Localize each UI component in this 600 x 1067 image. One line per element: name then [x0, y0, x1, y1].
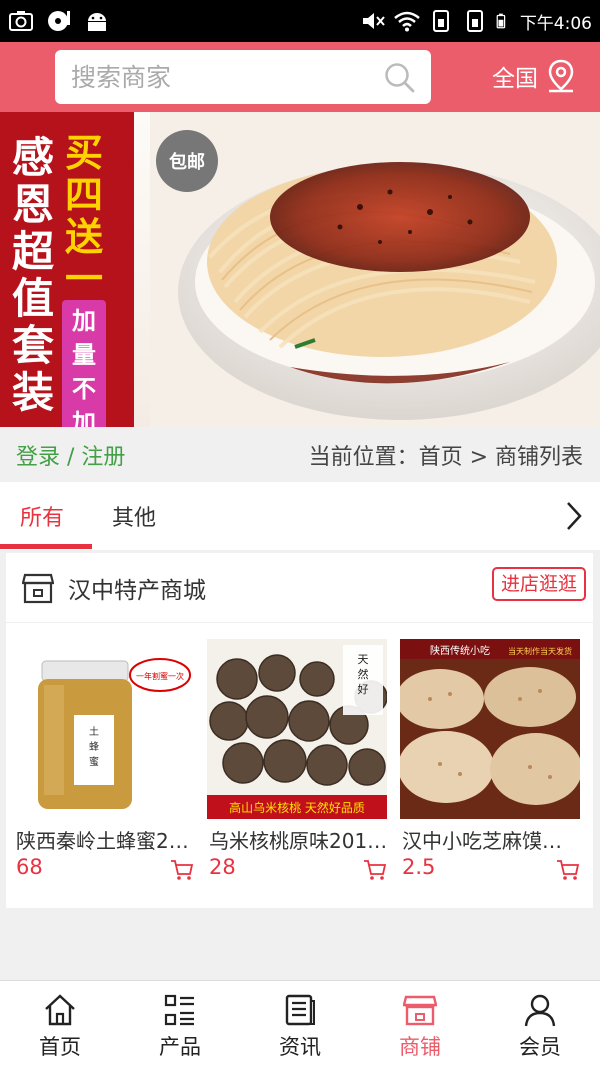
news-icon	[285, 994, 315, 1026]
banner-red-panel: 感恩超值套装 买四送一 加量不加价	[0, 112, 134, 427]
svg-text:陕西传统小吃: 陕西传统小吃	[430, 644, 490, 657]
region-label: 全国	[492, 66, 538, 92]
product-image-walnut: 天 然 好 高山乌米核桃 天然好品质	[207, 639, 387, 819]
nav-member[interactable]: 会员	[480, 981, 600, 1067]
product-name: 乌米核桃原味201…	[209, 829, 387, 853]
product-card[interactable]: 土 蜂 蜜 一年割蜜一次 陕西秦岭土蜂蜜2… 68	[14, 639, 194, 899]
product-name: 陕西秦岭土蜂蜜2…	[16, 829, 189, 853]
banner-promo-text: 买四送一	[64, 131, 103, 301]
product-name: 汉中小吃芝麻馍…	[402, 829, 562, 853]
status-bar: 下午4:06	[0, 0, 600, 42]
active-tab-indicator	[0, 544, 92, 549]
svg-text:天: 天	[358, 653, 369, 666]
store-name[interactable]: 汉中特产商城	[68, 571, 206, 605]
nav-stores-label: 商铺	[399, 1035, 441, 1059]
nav-member-label: 会员	[519, 1035, 561, 1059]
svg-text:蜂: 蜂	[89, 740, 99, 753]
shop-icon	[22, 573, 54, 604]
product-price: 68	[16, 855, 43, 879]
nav-news-label: 资讯	[279, 1035, 321, 1059]
visit-store-button[interactable]: 进店逛逛	[492, 567, 586, 601]
sim2-icon	[466, 10, 483, 32]
tab-other[interactable]: 其他	[112, 500, 156, 532]
svg-text:土: 土	[89, 725, 99, 738]
svg-text:然: 然	[358, 667, 369, 681]
product-price: 28	[209, 855, 236, 879]
android-icon	[88, 13, 106, 31]
breadcrumb: 当前位置：首页 > 商铺列表	[308, 445, 583, 470]
product-image-sesame-bread: 陕西传统小吃 当天制作当天发货	[400, 639, 580, 819]
svg-text:好: 好	[358, 682, 369, 696]
store-card: 汉中特产商城 进店逛逛 土 蜂 蜜 一年割蜜一次 陕西秦岭土蜂蜜2… 68 天 …	[6, 553, 593, 908]
nav-news[interactable]: 资讯	[240, 981, 360, 1067]
tab-all[interactable]: 所有	[20, 500, 64, 532]
battery-icon	[496, 13, 506, 29]
search-input[interactable]	[71, 50, 361, 104]
store-header: 汉中特产商城 进店逛逛	[6, 553, 593, 623]
status-bar-left	[8, 6, 110, 36]
camera-icon	[9, 11, 33, 31]
sim1-icon	[432, 10, 449, 32]
product-image-honey: 土 蜂 蜜 一年割蜜一次	[14, 639, 194, 819]
chevron-right-icon[interactable]	[562, 499, 586, 533]
cart-icon[interactable]	[170, 859, 194, 881]
disc-icon	[48, 11, 70, 31]
top-header: 全国	[0, 42, 600, 112]
product-card[interactable]: 天 然 好 高山乌米核桃 天然好品质 乌米核桃原味201… 28	[207, 639, 387, 899]
cart-icon[interactable]	[556, 859, 580, 881]
svg-text:一年割蜜一次: 一年割蜜一次	[136, 671, 184, 681]
category-tabs: 所有 其他	[0, 482, 600, 550]
breadcrumb-row: 登录 / 注册 当前位置：首页 > 商铺列表	[0, 427, 600, 482]
status-bar-right: 下午4:06	[360, 6, 592, 36]
location-pin-icon	[548, 59, 574, 93]
banner-main-text: 感恩超值套装	[11, 133, 54, 417]
nav-products[interactable]: 产品	[120, 981, 240, 1067]
mute-icon	[362, 13, 385, 29]
home-icon	[45, 994, 75, 1026]
product-card[interactable]: 陕西传统小吃 当天制作当天发货 汉中小吃芝麻馍… 2.5	[400, 639, 580, 899]
nav-home-label: 首页	[39, 1035, 81, 1059]
wifi-icon	[394, 11, 420, 32]
nav-home[interactable]: 首页	[0, 981, 120, 1067]
search-bar[interactable]	[55, 50, 431, 104]
product-price: 2.5	[402, 855, 436, 879]
banner-extra-text: 加量不加价	[62, 300, 106, 427]
search-icon[interactable]	[383, 61, 415, 93]
svg-text:当天制作当天发货: 当天制作当天发货	[508, 646, 572, 656]
free-shipping-badge: 包邮	[156, 130, 218, 192]
region-selector[interactable]: 全国	[492, 56, 576, 96]
nav-stores[interactable]: 商铺	[360, 981, 480, 1067]
grid-list-icon	[164, 994, 194, 1026]
cart-icon[interactable]	[363, 859, 387, 881]
promo-banner[interactable]: 包邮 感恩超值套装 买四送一 加量不加价	[0, 112, 600, 427]
bottom-navigation: 首页 产品 资讯 商铺 会员	[0, 980, 600, 1067]
svg-text:蜜: 蜜	[89, 755, 99, 768]
status-time: 下午4:06	[519, 13, 592, 34]
svg-text:高山乌米核桃 天然好品质: 高山乌米核桃 天然好品质	[229, 800, 365, 815]
login-register-link[interactable]: 登录 / 注册	[16, 439, 125, 471]
nav-products-label: 产品	[159, 1035, 201, 1059]
store-icon	[403, 995, 437, 1026]
product-list: 土 蜂 蜜 一年割蜜一次 陕西秦岭土蜂蜜2… 68 天 然 好 高山乌米核桃 天…	[6, 639, 593, 899]
user-icon	[524, 994, 556, 1027]
